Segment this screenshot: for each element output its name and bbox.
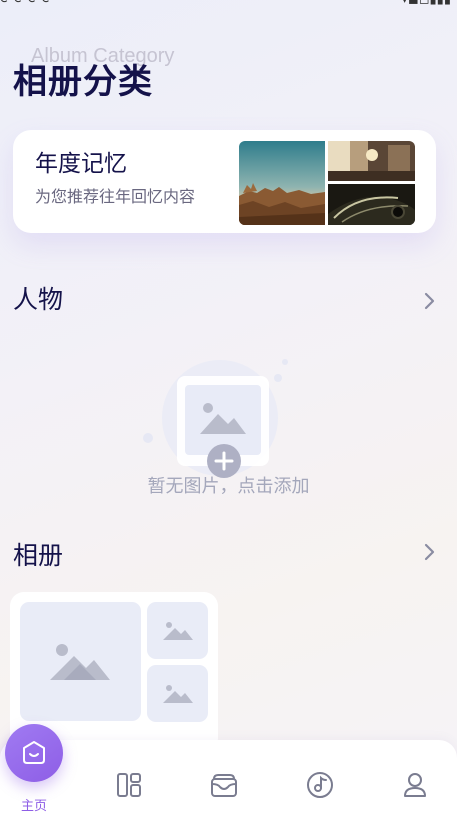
home-icon [23,741,45,764]
memory-photo-car [328,184,415,225]
album-placeholder-small-bottom [147,665,208,722]
page-title: 相册分类 [13,62,153,102]
image-placeholder-icon [162,684,193,703]
status-icons-left: ⟳⟳⟳⟳ [0,0,56,7]
people-empty-text: 暂无图片，点击添加 [147,476,310,497]
people-section-title: 人物 [13,285,64,314]
status-bar: ⟳⟳⟳⟳ ▾◼◻▮▮▮ [0,0,457,10]
album-placeholder-small-top [147,602,208,659]
memory-photo-room [328,141,415,181]
layout-icon[interactable] [113,769,145,801]
memory-photo-desert [239,141,325,225]
albums-chevron-right-icon[interactable] [419,541,441,563]
people-empty-state[interactable] [130,350,300,480]
music-icon[interactable] [304,769,336,801]
memory-card-title: 年度记忆 [35,151,127,177]
nav-home-label: 主页 [20,799,47,814]
nav-home-button[interactable] [5,724,63,782]
user-icon[interactable] [399,769,431,801]
albums-section-title: 相册 [13,541,64,570]
memory-card-subtitle: 为您推荐往年回忆内容 [35,187,196,206]
people-chevron-right-icon[interactable] [419,290,441,312]
image-placeholder-icon [49,643,110,680]
annual-memory-card[interactable]: 年度记忆 为您推荐往年回忆内容 [13,130,436,233]
wallet-icon[interactable] [208,769,240,801]
status-icons-right: ▾◼◻▮▮▮ [401,0,451,7]
image-placeholder-icon [162,621,193,640]
album-placeholder-large [20,602,141,721]
